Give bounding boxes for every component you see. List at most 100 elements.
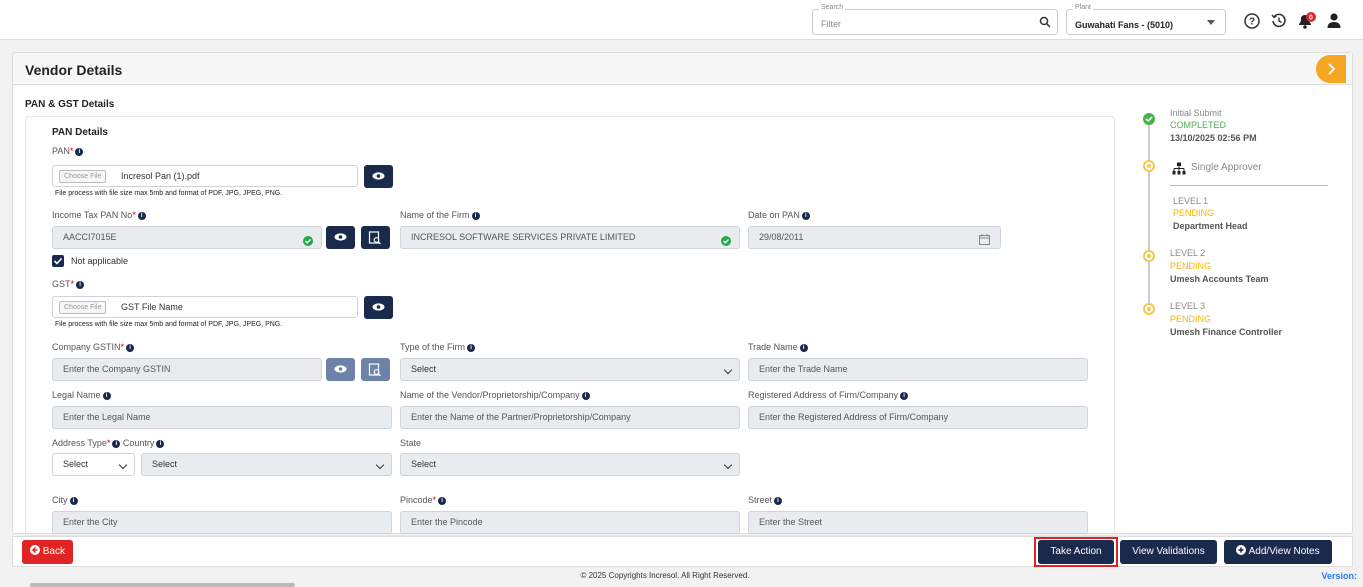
history-icon[interactable] xyxy=(1270,12,1288,30)
trade-name-label: Trade Name i xyxy=(748,342,808,352)
type-of-firm-select[interactable]: Select xyxy=(400,358,740,381)
date-on-pan-value: 29/08/2011 xyxy=(759,232,804,242)
pending-dot-icon xyxy=(1143,160,1155,172)
search-icon[interactable] xyxy=(1039,16,1051,31)
check-circle-icon xyxy=(1143,113,1155,125)
view-validations-button[interactable]: View Validations xyxy=(1120,540,1217,564)
company-gstin-placeholder: Enter the Company GSTIN xyxy=(63,364,171,374)
info-icon: i xyxy=(801,211,810,220)
not-applicable-checkbox[interactable] xyxy=(52,255,64,267)
pan-view-button[interactable] xyxy=(364,165,393,188)
copyright-text: © 2025 Copyrights Incresol. All Right Re… xyxy=(580,571,750,580)
timeline-initial-title: Initial Submit xyxy=(1170,108,1222,118)
gstin-verify-button[interactable] xyxy=(361,358,390,381)
city-placeholder: Enter the City xyxy=(63,517,118,527)
pan-label: PAN* i xyxy=(52,146,84,156)
firm-name-label: Name of the Firm i xyxy=(400,210,480,220)
info-icon: i xyxy=(75,147,84,156)
search-field[interactable]: Search Filter xyxy=(812,4,1058,35)
panel-toggle-button[interactable] xyxy=(1316,55,1346,83)
street-input[interactable]: Enter the Street xyxy=(748,511,1088,534)
timeline-level-3-role: Umesh Finance Controller xyxy=(1170,327,1283,337)
eye-icon xyxy=(334,365,347,373)
check-circle-icon xyxy=(303,233,313,248)
help-icon[interactable]: ? xyxy=(1243,12,1261,30)
state-value: Select xyxy=(411,459,437,469)
eye-icon xyxy=(372,303,385,311)
plus-circle-icon xyxy=(1236,545,1247,555)
company-gstin-input[interactable]: Enter the Company GSTIN xyxy=(52,358,322,381)
address-type-label: Address Type* i Country i xyxy=(52,438,165,448)
pincode-label: Pincode* i xyxy=(400,495,447,505)
state-select[interactable]: Select xyxy=(400,453,740,476)
info-icon: i xyxy=(156,439,165,448)
pan-verify-button[interactable] xyxy=(361,226,390,249)
city-input[interactable]: Enter the City xyxy=(52,511,392,534)
registered-address-input[interactable]: Enter the Registered Address of Firm/Com… xyxy=(748,406,1088,429)
vendor-name-input[interactable]: Enter the Name of the Partner/Proprietor… xyxy=(400,406,740,429)
page-title: Vendor Details xyxy=(25,62,123,78)
country-label: Country xyxy=(122,438,155,448)
info-icon: i xyxy=(102,391,111,400)
gst-file-input[interactable]: Choose File GST File Name xyxy=(52,296,358,318)
timeline-initial-status: COMPLETED xyxy=(1170,120,1227,130)
pending-dot-icon xyxy=(1143,303,1155,315)
info-icon: i xyxy=(581,391,590,400)
firm-name-value: INCRESOL SOFTWARE SERVICES PRIVATE LIMIT… xyxy=(411,232,636,242)
chevron-down-icon xyxy=(118,460,128,470)
back-button[interactable]: Back xyxy=(22,540,73,564)
timeline-initial-date: 13/10/2025 02:56 PM xyxy=(1170,133,1257,143)
card-header: Vendor Details xyxy=(13,53,1352,85)
info-icon: i xyxy=(112,439,121,448)
legal-name-input[interactable]: Enter the Legal Name xyxy=(52,406,392,429)
timeline-level-3: LEVEL 3 xyxy=(1170,301,1206,311)
back-label: Back xyxy=(42,546,65,557)
gstin-view-button[interactable] xyxy=(326,358,355,381)
info-icon: i xyxy=(774,496,783,505)
type-of-firm-label: Type of the Firm i xyxy=(400,342,476,352)
pan-file-input[interactable]: Choose File Incresol Pan (1).pdf xyxy=(52,165,358,187)
add-view-notes-button[interactable]: Add/View Notes xyxy=(1224,540,1332,564)
info-icon: i xyxy=(799,343,808,352)
bell-icon[interactable]: 0 xyxy=(1296,12,1316,30)
document-search-icon xyxy=(368,231,381,245)
chevron-down-icon xyxy=(723,460,733,470)
timeline-level-2: LEVEL 2 xyxy=(1170,248,1206,258)
pan-number-view-button[interactable] xyxy=(326,226,355,249)
timeline-level-2-status: PENDING xyxy=(1170,261,1212,271)
choose-file-button[interactable]: Choose File xyxy=(59,301,107,314)
eye-icon xyxy=(372,172,385,180)
firm-name-input[interactable]: INCRESOL SOFTWARE SERVICES PRIVATE LIMIT… xyxy=(400,226,740,249)
trade-name-input[interactable]: Enter the Trade Name xyxy=(748,358,1088,381)
plant-legend: Plant xyxy=(1073,4,1093,11)
timeline-level-2-role: Umesh Accounts Team xyxy=(1170,274,1269,284)
type-of-firm-value: Select xyxy=(411,364,437,374)
country-value: Select xyxy=(152,459,178,469)
user-icon[interactable] xyxy=(1326,12,1344,30)
gst-view-button[interactable] xyxy=(364,296,393,319)
registered-address-label: Registered Address of Firm/Company i xyxy=(748,390,909,400)
country-select[interactable]: Select xyxy=(141,453,392,476)
calendar-icon[interactable] xyxy=(979,232,990,248)
search-input[interactable]: Filter xyxy=(821,19,841,29)
address-type-select[interactable]: Select xyxy=(52,453,135,476)
not-applicable-label: Not applicable xyxy=(71,256,129,266)
timeline-level-1: LEVEL 1 xyxy=(1173,196,1209,206)
income-tax-pan-input[interactable]: AACCI7015E xyxy=(52,226,322,249)
income-tax-pan-value: AACCI7015E xyxy=(63,232,117,242)
info-icon: i xyxy=(137,211,146,220)
chevron-down-icon xyxy=(723,365,733,375)
subsection-title: PAN Details xyxy=(52,127,108,138)
date-on-pan-input[interactable]: 29/08/2011 xyxy=(748,226,1001,249)
legal-name-label: Legal Name i xyxy=(52,390,111,400)
state-label: State xyxy=(400,438,422,448)
plant-select[interactable]: Plant Guwahati Fans - (5010) xyxy=(1066,4,1226,35)
timeline-line xyxy=(1148,122,1150,312)
vendor-name-label: Name of the Vendor/Proprietorship/Compan… xyxy=(400,390,590,400)
take-action-button[interactable]: Take Action xyxy=(1038,540,1114,564)
pincode-input[interactable]: Enter the Pincode xyxy=(400,511,740,534)
choose-file-button[interactable]: Choose File xyxy=(59,170,107,183)
city-label: City i xyxy=(52,495,78,505)
timeline-level-3-status: PENDING xyxy=(1170,314,1212,324)
horizontal-scrollbar[interactable] xyxy=(30,583,295,587)
